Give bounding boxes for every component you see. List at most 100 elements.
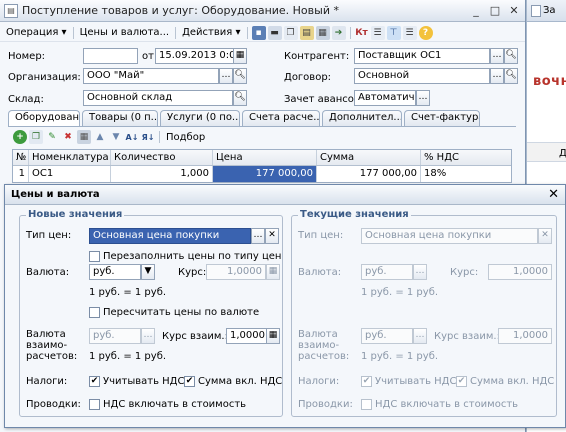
tab-additional[interactable]: Дополнител... (322, 110, 402, 126)
based-on-icon[interactable]: ➔ (331, 25, 346, 40)
current-sum-incl-vat-label: Сумма вкл. НДС (470, 376, 555, 387)
cell-sum[interactable]: 177 000,00 (317, 166, 421, 182)
warehouse-label: Склад: (8, 94, 44, 105)
contract-search-icon[interactable]: 🔍︎ (504, 68, 518, 84)
copy-icon[interactable]: ❐ (283, 25, 298, 40)
settlement-currency-select-button[interactable]: … (141, 328, 155, 344)
prices-currency-button[interactable]: Цены и валюта... (77, 27, 173, 38)
sort-desc-icon[interactable]: Я↓ (141, 130, 155, 144)
recalc-prices-checkbox[interactable]: Пересчитать цены по валюте (89, 307, 259, 318)
contract-field[interactable]: Основной (354, 68, 490, 84)
tab-invoice[interactable]: Счет-фактура (404, 110, 480, 126)
settlement-currency-field[interactable]: руб. (89, 328, 141, 344)
currency-field[interactable]: руб. (89, 264, 141, 280)
calendar-icon[interactable]: ▦ (233, 48, 247, 64)
rate-calculator-icon[interactable]: ▦ (266, 264, 280, 280)
dt-kt-icon[interactable]: Кт (355, 26, 369, 40)
background-doc-heading: вочн (533, 74, 566, 89)
report-icon[interactable]: ☰ (370, 25, 385, 40)
currency-dropdown-icon[interactable]: ▼ (141, 264, 155, 280)
organization-select-button[interactable]: … (219, 68, 233, 84)
structure-icon[interactable]: ⊤ (386, 25, 401, 40)
column-header-vat[interactable]: % НДС (421, 150, 511, 165)
column-header-price[interactable]: Цена (213, 150, 317, 165)
warehouse-field[interactable]: Основной склад (83, 90, 233, 106)
table-row[interactable]: 1 ОС1 1,000 177 000,00 177 000,00 18% (13, 166, 511, 182)
current-sum-incl-vat-checkbox: ✔ Сумма вкл. НДС (456, 376, 554, 387)
refill-prices-check[interactable] (89, 251, 100, 262)
column-header-number[interactable]: № (13, 150, 29, 165)
column-header-item[interactable]: Номенклатура (29, 150, 111, 165)
print-icon[interactable]: ▦ (315, 25, 330, 40)
number-field[interactable] (83, 48, 138, 64)
column-header-sum[interactable]: Сумма (317, 150, 421, 165)
grid-toolbar: + ❐ ✎ ✖ ▦ ▲ ▼ A↓ Я↓ Подбор (12, 129, 208, 145)
copy-row-icon[interactable]: ❐ (29, 130, 43, 144)
cell-price[interactable]: 177 000,00 (213, 166, 317, 182)
cell-quantity[interactable]: 1,000 (111, 166, 213, 182)
price-type-clear-icon[interactable]: ✕ (265, 228, 279, 244)
settlement-rate-calculator-icon[interactable]: ▦ (266, 328, 280, 344)
help-icon[interactable]: ? (418, 25, 433, 40)
tab-goods[interactable]: Товары (0 п... (82, 110, 158, 126)
settlement-label-line-1: Валюта (26, 329, 66, 340)
current-settlement-rate-text: 1 руб. = 1 руб. (361, 351, 439, 362)
tab-settlement-accounts[interactable]: Счета расче... (242, 110, 320, 126)
recalc-prices-check[interactable] (89, 307, 100, 318)
refill-prices-checkbox[interactable]: Перезаполнить цены по типу цен (89, 251, 281, 262)
list-icon[interactable]: ☰ (402, 25, 417, 40)
selection-button[interactable]: Подбор (163, 132, 208, 143)
counterparty-label: Контрагент: (284, 51, 350, 62)
end-edit-icon[interactable]: ▦ (77, 130, 91, 144)
delete-row-icon[interactable]: ✖ (61, 130, 75, 144)
operation-menu[interactable]: Операция ▾ (3, 27, 70, 38)
dialog-close-icon[interactable]: ✕ (548, 187, 559, 202)
currency-label: Валюта: (26, 267, 70, 278)
current-settlement-label-line-1: Валюта (298, 329, 338, 340)
tab-equipment[interactable]: Оборудован... (8, 110, 80, 127)
minimize-button[interactable]: _ (468, 4, 484, 17)
maximize-button[interactable]: □ (487, 4, 503, 17)
current-sum-incl-vat-check: ✔ (456, 376, 467, 387)
date-field[interactable]: 15.09.2013 0:00:0 (155, 48, 235, 64)
actions-menu[interactable]: Действия ▾ (179, 27, 243, 38)
save-icon[interactable]: ▪ (251, 25, 266, 40)
organization-search-icon[interactable]: 🔍︎ (233, 68, 247, 84)
background-window-title[interactable]: За (527, 0, 566, 22)
rate-field[interactable]: 1,0000 (206, 264, 266, 280)
sum-incl-vat-checkbox[interactable]: ✔ Сумма вкл. НДС (184, 376, 282, 387)
tab-services[interactable]: Услуги (0 по... (160, 110, 240, 126)
table-header: № Номенклатура Количество Цена Сумма % Н… (13, 150, 511, 166)
sum-incl-vat-check[interactable]: ✔ (184, 376, 195, 387)
column-header-quantity[interactable]: Количество (111, 150, 213, 165)
vat-in-cost-checkbox[interactable]: НДС включать в стоимость (89, 399, 246, 410)
add-row-icon[interactable]: + (13, 130, 27, 144)
post-icon[interactable]: ▬ (267, 25, 282, 40)
organization-field[interactable]: ООО "Май" (83, 68, 219, 84)
consider-vat-check[interactable]: ✔ (89, 376, 100, 387)
advance-offset-select-button[interactable]: … (416, 90, 430, 106)
sort-asc-icon[interactable]: A↓ (125, 130, 139, 144)
settlement-rate-field[interactable]: 1,0000 (226, 328, 268, 344)
sum-incl-vat-label: Сумма вкл. НДС (198, 376, 283, 387)
warehouse-search-icon[interactable]: 🔍︎ (233, 90, 247, 106)
counterparty-field[interactable]: Поставщик ОС1 (354, 48, 490, 64)
counterparty-select-button[interactable]: … (490, 48, 504, 64)
cell-item[interactable]: ОС1 (29, 166, 111, 182)
dialog-titlebar[interactable]: Цены и валюта ✕ (5, 185, 565, 205)
movement-icon[interactable]: ▤ (299, 25, 314, 40)
move-down-icon[interactable]: ▼ (109, 130, 123, 144)
edit-row-icon[interactable]: ✎ (45, 130, 59, 144)
close-window-button[interactable]: ✕ (506, 4, 522, 17)
price-type-field[interactable]: Основная цена покупки (89, 228, 251, 244)
advance-offset-field[interactable]: Автоматически (354, 90, 416, 106)
counterparty-search-icon[interactable]: 🔍︎ (504, 48, 518, 64)
price-type-select-button[interactable]: … (251, 228, 265, 244)
vat-in-cost-check[interactable] (89, 399, 100, 410)
cell-number[interactable]: 1 (13, 166, 29, 182)
window-titlebar[interactable]: ▤ Поступление товаров и услуг: Оборудова… (0, 0, 525, 22)
contract-select-button[interactable]: … (490, 68, 504, 84)
move-up-icon[interactable]: ▲ (93, 130, 107, 144)
cell-vat[interactable]: 18% (421, 166, 511, 182)
consider-vat-checkbox[interactable]: ✔ Учитывать НДС (89, 376, 184, 387)
